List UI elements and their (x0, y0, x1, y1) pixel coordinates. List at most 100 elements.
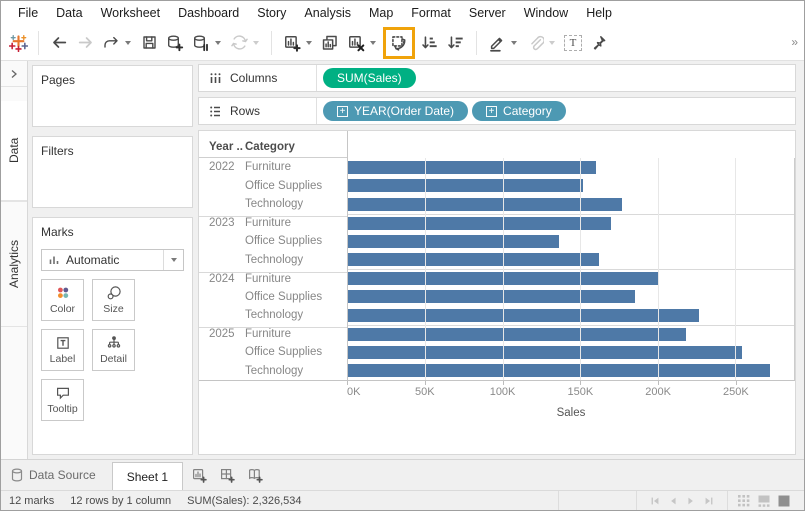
previous-page-icon[interactable] (667, 495, 679, 507)
chevron-down-icon[interactable] (125, 41, 131, 45)
category-label[interactable]: Technology (243, 365, 347, 377)
sales-bar[interactable] (347, 161, 596, 174)
redo-icon[interactable] (98, 30, 124, 56)
sort-descending-icon[interactable] (443, 30, 469, 56)
menu-item-window[interactable]: Window (515, 1, 577, 25)
menu-item-worksheet[interactable]: Worksheet (92, 1, 170, 25)
sales-bar[interactable] (347, 179, 583, 192)
duplicate-sheet-icon[interactable] (317, 30, 343, 56)
sales-bar[interactable] (347, 217, 611, 230)
category-label[interactable]: Furniture (243, 272, 347, 285)
fix-axes-icon[interactable] (586, 30, 612, 56)
show-mark-labels-icon[interactable]: T (560, 30, 586, 56)
chevron-down-icon[interactable] (306, 41, 312, 45)
last-page-icon[interactable] (703, 495, 715, 507)
menu-item-analysis[interactable]: Analysis (295, 1, 360, 25)
pill-category[interactable]: +Category (472, 101, 566, 121)
sales-bar[interactable] (347, 346, 742, 359)
x-axis[interactable]: 0K50K100K150K200K250K (347, 381, 795, 403)
menu-item-file[interactable]: File (9, 1, 47, 25)
swap-rows-and-columns-icon[interactable] (386, 30, 412, 56)
chevron-down-icon[interactable] (370, 41, 376, 45)
chevron-down-icon[interactable] (215, 41, 221, 45)
sales-bar[interactable] (347, 198, 622, 211)
menu-item-dashboard[interactable]: Dashboard (169, 1, 248, 25)
save-icon[interactable] (136, 30, 162, 56)
sales-bar[interactable] (347, 328, 686, 341)
sales-bar[interactable] (347, 253, 599, 266)
refresh-data-source-icon[interactable] (226, 30, 252, 56)
next-page-icon[interactable] (685, 495, 697, 507)
category-label[interactable]: Office Supplies (243, 180, 347, 192)
category-label[interactable]: Technology (243, 254, 347, 266)
new-dashboard-button[interactable] (213, 461, 241, 489)
tooltip-button[interactable]: Tooltip (41, 379, 84, 421)
year-column-header[interactable]: Year .. (199, 136, 243, 158)
size-button[interactable]: Size (92, 279, 135, 321)
rows-shelf[interactable]: Rows +YEAR(Order Date)+Category (198, 97, 796, 125)
sheet-tab-active[interactable]: Sheet 1 (112, 462, 183, 490)
highlight-icon[interactable] (484, 30, 510, 56)
detail-button[interactable]: Detail (92, 329, 135, 371)
tab-data[interactable]: Data (1, 101, 27, 201)
filmstrip-view-icon[interactable] (758, 495, 770, 507)
year-label[interactable]: 2023 (199, 216, 243, 229)
sheet-view-icon[interactable] (778, 495, 790, 507)
category-label[interactable]: Technology (243, 198, 347, 210)
first-page-icon[interactable] (649, 495, 661, 507)
menu-item-story[interactable]: Story (248, 1, 295, 25)
pill-sum-sales-[interactable]: SUM(Sales) (323, 68, 416, 88)
grid-view-icon[interactable] (738, 495, 750, 507)
columns-shelf[interactable]: Columns SUM(Sales) (198, 64, 796, 92)
expand-pane-button[interactable] (1, 61, 27, 87)
chevron-down-icon[interactable] (163, 250, 183, 270)
sales-bar[interactable] (347, 364, 770, 377)
new-story-button[interactable] (241, 461, 269, 489)
category-label[interactable]: Furniture (243, 216, 347, 229)
format-attachment-icon[interactable] (522, 30, 548, 56)
pill-year-order-date-[interactable]: +YEAR(Order Date) (323, 101, 468, 121)
expand-pill-icon[interactable]: + (486, 106, 497, 117)
category-label[interactable]: Furniture (243, 161, 347, 173)
x-axis-title[interactable]: Sales (347, 403, 795, 419)
pages-shelf[interactable]: Pages (32, 65, 193, 127)
menu-item-data[interactable]: Data (47, 1, 91, 25)
clear-sheet-icon[interactable] (343, 30, 369, 56)
filters-shelf[interactable]: Filters (32, 136, 193, 208)
pause-auto-updates-icon[interactable] (188, 30, 214, 56)
category-label[interactable]: Office Supplies (243, 235, 347, 247)
tableau-logo-icon[interactable] (5, 30, 31, 56)
year-label[interactable]: 2022 (199, 161, 243, 173)
mark-type-dropdown[interactable]: Automatic (41, 249, 184, 271)
menu-item-map[interactable]: Map (360, 1, 402, 25)
back-icon[interactable] (46, 30, 72, 56)
chevron-down-icon[interactable] (511, 41, 517, 45)
color-button[interactable]: Color (41, 279, 84, 321)
sort-ascending-icon[interactable] (417, 30, 443, 56)
tab-analytics[interactable]: Analytics (1, 201, 27, 327)
category-label[interactable]: Office Supplies (243, 291, 347, 303)
new-data-source-icon[interactable] (162, 30, 188, 56)
year-label[interactable]: 2024 (199, 272, 243, 285)
label-button[interactable]: Label (41, 329, 84, 371)
new-worksheet-button[interactable] (185, 461, 213, 489)
menu-item-format[interactable]: Format (402, 1, 460, 25)
expand-pill-icon[interactable]: + (337, 106, 348, 117)
data-source-tab[interactable]: Data Source (1, 460, 112, 490)
chevron-down-icon[interactable] (549, 41, 555, 45)
category-column-header[interactable]: Category (243, 136, 347, 158)
sales-bar[interactable] (347, 272, 658, 285)
category-label[interactable]: Technology (243, 309, 347, 321)
category-label[interactable]: Office Supplies (243, 346, 347, 358)
toolbar-overflow-icon[interactable]: » (791, 35, 798, 49)
menu-item-server[interactable]: Server (460, 1, 515, 25)
sales-bar[interactable] (347, 309, 699, 322)
new-worksheet-icon[interactable] (279, 30, 305, 56)
category-label[interactable]: Furniture (243, 327, 347, 340)
year-label[interactable]: 2025 (199, 327, 243, 340)
chevron-down-icon[interactable] (253, 41, 259, 45)
menu-item-help[interactable]: Help (577, 1, 621, 25)
sales-bar[interactable] (347, 235, 559, 248)
sales-bar[interactable] (347, 290, 635, 303)
forward-icon[interactable] (72, 30, 98, 56)
